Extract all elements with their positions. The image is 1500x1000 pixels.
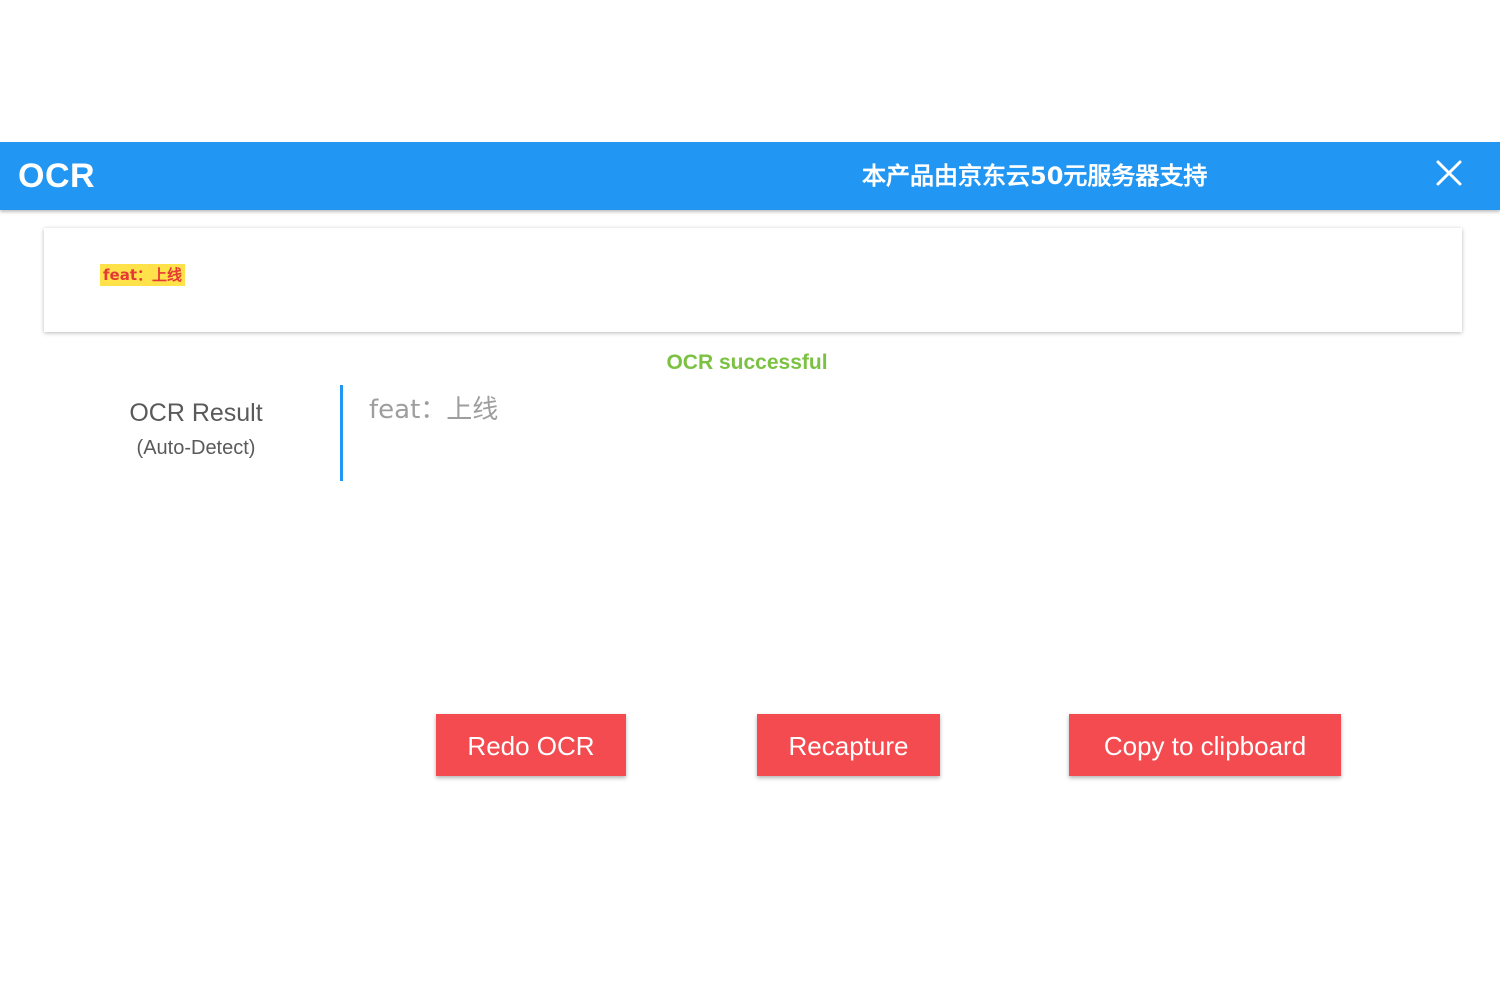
ocr-window: OCR 本产品由京东云50元服务器支持 feat：上线 OCR successf… [0,0,1500,1000]
captured-image-snippet: feat：上线 [100,264,185,286]
close-icon [1436,160,1462,186]
sponsor-text: 本产品由京东云50元服务器支持 [862,162,1208,190]
app-title: OCR [18,157,96,195]
close-button[interactable] [1430,156,1468,194]
recapture-button[interactable]: Recapture [757,714,940,776]
result-text[interactable]: feat：上线 [369,393,498,427]
result-label-group: OCR Result (Auto-Detect) [96,396,296,462]
result-text-area[interactable]: feat：上线 [340,385,1443,481]
title-bar: OCR 本产品由京东云50元服务器支持 [0,142,1500,210]
copy-to-clipboard-button[interactable]: Copy to clipboard [1069,714,1341,776]
captured-image-preview: feat：上线 [44,228,1462,332]
result-sublabel: (Auto-Detect) [136,437,256,459]
status-message: OCR successful [666,351,828,374]
redo-ocr-button[interactable]: Redo OCR [436,714,626,776]
result-label: OCR Result [129,399,263,427]
